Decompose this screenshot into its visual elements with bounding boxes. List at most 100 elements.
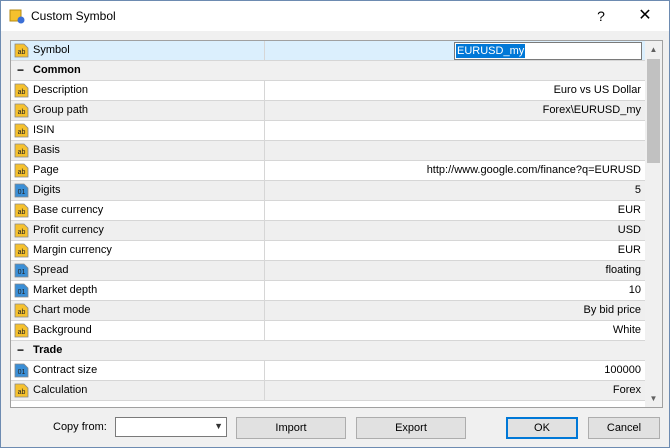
chevron-down-icon[interactable]: ▼: [214, 421, 223, 431]
text-type-icon: ab: [14, 203, 29, 218]
property-name: Margin currency: [33, 244, 112, 256]
svg-text:ab: ab: [18, 169, 26, 176]
property-value: Forex: [612, 384, 641, 396]
help-button[interactable]: ?: [587, 3, 615, 29]
text-type-icon: ab: [14, 43, 29, 58]
text-type-icon: ab: [14, 123, 29, 138]
svg-text:ab: ab: [18, 209, 26, 216]
cancel-button[interactable]: Cancel: [588, 417, 660, 439]
property-value: White: [612, 324, 641, 336]
property-value: EUR: [617, 244, 641, 256]
svg-text:01: 01: [18, 289, 26, 296]
property-name: Background: [33, 324, 92, 336]
collapse-icon[interactable]: −: [17, 63, 24, 77]
symbol-edit-field[interactable]: EURUSD_my: [454, 42, 642, 60]
column-divider: [264, 241, 265, 261]
property-row-market-depth[interactable]: 01 Market depth 10: [11, 281, 645, 301]
property-name: Calculation: [33, 384, 88, 396]
property-row-background[interactable]: ab Background White: [11, 321, 645, 341]
property-row-margin-currency[interactable]: ab Margin currency EUR: [11, 241, 645, 261]
text-type-icon: ab: [14, 323, 29, 338]
property-row-calculation[interactable]: ab Calculation Forex: [11, 381, 645, 401]
window-title: Custom Symbol: [31, 9, 116, 23]
svg-text:ab: ab: [18, 89, 26, 96]
property-row-spread[interactable]: 01 Spread floating: [11, 261, 645, 281]
property-value: By bid price: [583, 304, 641, 316]
property-row-basis[interactable]: ab Basis: [11, 141, 645, 161]
property-name: Contract size: [33, 364, 98, 376]
text-type-icon: ab: [14, 143, 29, 158]
property-name: Page: [33, 164, 59, 176]
scroll-up-arrow-icon[interactable]: ▲: [645, 41, 662, 58]
property-name: Digits: [33, 184, 61, 196]
property-value: EUR: [617, 204, 641, 216]
property-value: floating: [605, 264, 641, 276]
custom-symbol-dialog: Custom Symbol ? ✕ ab Symbol EURUSD_my − Comm…: [0, 0, 670, 448]
svg-text:ab: ab: [18, 309, 26, 316]
group-name: Trade: [33, 344, 63, 356]
property-row-profit-currency[interactable]: ab Profit currency USD: [11, 221, 645, 241]
ok-button[interactable]: OK: [506, 417, 578, 439]
numeric-type-icon: 01: [14, 183, 29, 198]
property-row-page[interactable]: ab Page http://www.google.com/finance?q=EU…: [11, 161, 645, 181]
svg-text:01: 01: [18, 369, 26, 376]
scroll-thumb[interactable]: [647, 59, 660, 163]
column-divider: [264, 221, 265, 241]
column-divider: [264, 321, 265, 341]
property-value: 10: [628, 284, 641, 296]
svg-text:ab: ab: [18, 389, 26, 396]
property-value: Forex\EURUSD_my: [542, 104, 641, 116]
copy-from-label: Copy from:: [53, 421, 107, 433]
text-type-icon: ab: [14, 163, 29, 178]
svg-text:ab: ab: [18, 109, 26, 116]
column-divider: [264, 161, 265, 181]
scroll-down-arrow-icon[interactable]: ▼: [645, 390, 662, 407]
property-value: 5: [634, 184, 641, 196]
property-row-group-path[interactable]: ab Group path Forex\EURUSD_my: [11, 101, 645, 121]
group-header-common[interactable]: − Common: [11, 61, 645, 81]
group-name: Common: [33, 64, 81, 76]
property-row-contract-size[interactable]: 01 Contract size 100000: [11, 361, 645, 381]
column-divider: [264, 281, 265, 301]
collapse-icon[interactable]: −: [17, 343, 24, 357]
property-row-symbol[interactable]: ab Symbol EURUSD_my: [11, 41, 645, 61]
property-name: Chart mode: [33, 304, 91, 316]
column-divider: [264, 141, 265, 161]
text-type-icon: ab: [14, 303, 29, 318]
property-rows: ab Symbol EURUSD_my − Common ab Description Eur…: [11, 41, 645, 401]
property-name: Basis: [33, 144, 60, 156]
property-row-digits[interactable]: 01 Digits 5: [11, 181, 645, 201]
text-type-icon: ab: [14, 223, 29, 238]
vertical-scrollbar[interactable]: ▲ ▼: [645, 41, 662, 407]
property-name: Description: [33, 84, 89, 96]
import-button[interactable]: Import: [236, 417, 346, 439]
app-icon: [9, 9, 25, 24]
group-header-trade[interactable]: − Trade: [11, 341, 645, 361]
text-type-icon: ab: [14, 103, 29, 118]
property-row-base-currency[interactable]: ab Base currency EUR: [11, 201, 645, 221]
column-divider: [264, 121, 265, 141]
svg-text:01: 01: [18, 269, 26, 276]
property-row-chart-mode[interactable]: ab Chart mode By bid price: [11, 301, 645, 321]
selected-text: EURUSD_my: [456, 44, 526, 58]
property-row-description[interactable]: ab Description Euro vs US Dollar: [11, 81, 645, 101]
column-divider: [264, 81, 265, 101]
column-divider: [264, 101, 265, 121]
svg-text:ab: ab: [18, 149, 26, 156]
property-row-isin[interactable]: ab ISIN: [11, 121, 645, 141]
property-value: http://www.google.com/finance?q=EURUSD: [426, 164, 641, 176]
title-bar[interactable]: Custom Symbol ? ✕: [1, 1, 669, 31]
svg-text:ab: ab: [18, 329, 26, 336]
property-value: 100000: [604, 364, 641, 376]
copy-from-select[interactable]: ▼: [115, 417, 227, 437]
svg-text:ab: ab: [18, 129, 26, 136]
column-divider: [264, 201, 265, 221]
svg-text:01: 01: [18, 189, 26, 196]
text-type-icon: ab: [14, 83, 29, 98]
column-divider: [264, 361, 265, 381]
numeric-type-icon: 01: [14, 363, 29, 378]
export-button[interactable]: Export: [356, 417, 466, 439]
property-grid: ab Symbol EURUSD_my − Common ab Description Eur…: [10, 40, 663, 408]
column-divider: [264, 41, 265, 61]
close-button[interactable]: ✕: [627, 3, 663, 29]
